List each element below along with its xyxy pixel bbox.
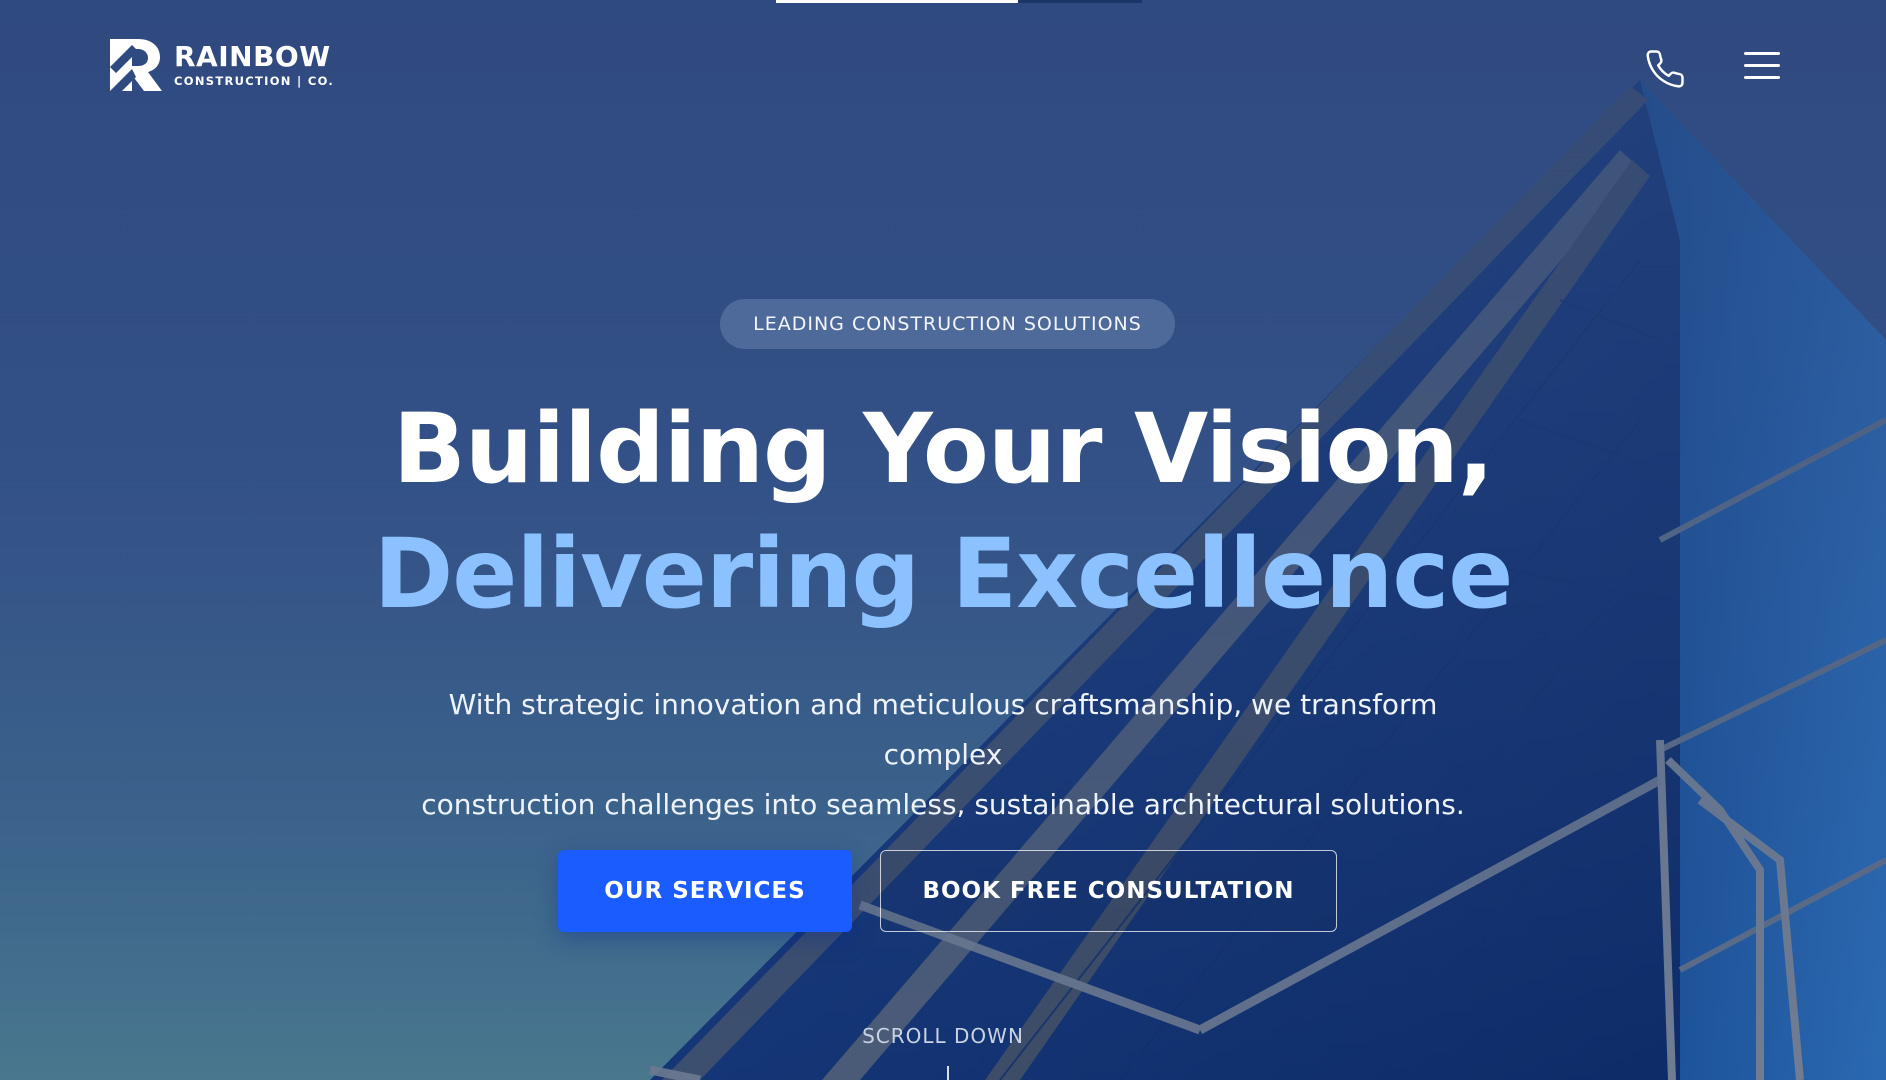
phone-button[interactable] xyxy=(1644,48,1686,90)
scroll-down-label[interactable]: SCROLL DOWN xyxy=(0,1024,1886,1048)
menu-bar xyxy=(1744,76,1780,79)
menu-bar xyxy=(1744,52,1780,55)
book-consultation-button[interactable]: BOOK FREE CONSULTATION xyxy=(880,850,1337,932)
hero-headline: Building Your Vision, Delivering Excelle… xyxy=(0,390,1886,640)
rainbow-r-logo-icon xyxy=(110,39,162,91)
hero-description-line-1: With strategic innovation and meticulous… xyxy=(448,688,1438,771)
logo-subtitle: CONSTRUCTION | CO. xyxy=(174,73,335,88)
site-header: RAINBOW CONSTRUCTION | CO. xyxy=(0,0,1886,140)
our-services-button[interactable]: OUR SERVICES xyxy=(558,850,852,932)
hero-badge: LEADING CONSTRUCTION SOLUTIONS xyxy=(720,299,1175,349)
phone-icon xyxy=(1646,50,1684,88)
hero-description-line-2: construction challenges into seamless, s… xyxy=(421,788,1465,821)
logo-name: RAINBOW xyxy=(174,39,331,73)
scroll-down-indicator xyxy=(947,1066,949,1080)
hero-description: With strategic innovation and meticulous… xyxy=(393,680,1493,830)
headline-line-2: Delivering Excellence xyxy=(373,518,1514,630)
logo[interactable]: RAINBOW CONSTRUCTION | CO. xyxy=(108,37,334,93)
headline-line-1: Building Your Vision, xyxy=(392,393,1495,505)
hamburger-menu-icon[interactable] xyxy=(1744,52,1780,84)
menu-bar xyxy=(1744,64,1780,67)
